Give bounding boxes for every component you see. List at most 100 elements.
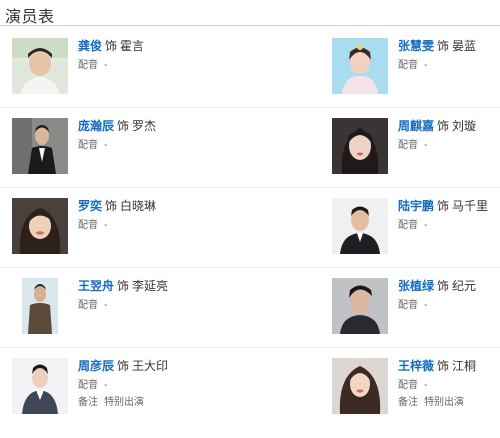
actor-photo[interactable] bbox=[332, 118, 388, 174]
as-word: 饰 bbox=[437, 39, 450, 53]
cast-info: 张慧雯饰晏蓝 配音 - bbox=[398, 38, 498, 73]
as-word: 饰 bbox=[117, 359, 130, 373]
cast-row: 龚俊饰霍言 配音 - 张慧雯饰晏蓝 配音 - bbox=[0, 38, 500, 118]
as-word: 饰 bbox=[437, 199, 450, 213]
dub-line: 配音 - bbox=[78, 379, 178, 393]
cast-card: 庞瀚辰饰罗杰 配音 - bbox=[12, 118, 172, 198]
cast-header: 演员表 bbox=[0, 0, 500, 26]
actor-photo[interactable] bbox=[332, 198, 388, 254]
cast-info: 王翌舟饰李延亮 配音 - bbox=[78, 278, 178, 313]
note-value: 特别出演 bbox=[104, 397, 144, 408]
cast-info: 周麒嘉饰刘璇 配音 - bbox=[398, 118, 498, 153]
actor-photo[interactable] bbox=[332, 358, 388, 414]
cast-name-line: 周麒嘉饰刘璇 bbox=[398, 118, 498, 134]
role-name: 马千里 bbox=[452, 199, 489, 213]
actor-name-link[interactable]: 庞瀚辰 bbox=[78, 119, 114, 133]
cast-info: 王梓薇饰江桐 配音 - 备注 特别出演 bbox=[398, 358, 498, 410]
cast-name-line: 王翌舟饰李延亮 bbox=[78, 278, 178, 294]
cast-card: 龚俊饰霍言 配音 - bbox=[12, 38, 172, 118]
cast-info: 张植绿饰纪元 配音 - bbox=[398, 278, 498, 313]
dub-label: 配音 bbox=[398, 140, 418, 151]
actor-name-link[interactable]: 张植绿 bbox=[398, 279, 434, 293]
actor-name-link[interactable]: 龚俊 bbox=[78, 39, 102, 53]
cast-row: 王翌舟饰李延亮 配音 - 张植绿饰纪元 配音 - bbox=[0, 278, 500, 358]
actor-name-link[interactable]: 王梓薇 bbox=[398, 359, 434, 373]
role-name: 王大印 bbox=[132, 359, 169, 373]
cast-card: 王翌舟饰李延亮 配音 - bbox=[12, 278, 172, 358]
note-line: 备注 特别出演 bbox=[398, 396, 498, 410]
cast-name-line: 龚俊饰霍言 bbox=[78, 38, 178, 54]
dub-label: 配音 bbox=[78, 300, 98, 311]
row-divider bbox=[0, 107, 500, 108]
as-word: 饰 bbox=[437, 279, 450, 293]
actor-name-link[interactable]: 王翌舟 bbox=[78, 279, 114, 293]
page-title: 演员表 bbox=[5, 9, 55, 26]
dub-line: 配音 - bbox=[398, 59, 498, 73]
cast-card: 王梓薇饰江桐 配音 - 备注 特别出演 bbox=[332, 358, 492, 438]
dub-value: - bbox=[104, 140, 108, 151]
dub-label: 配音 bbox=[78, 220, 98, 231]
as-word: 饰 bbox=[105, 199, 118, 213]
dub-value: - bbox=[424, 380, 428, 391]
cast-row: 庞瀚辰饰罗杰 配音 - 周麒嘉饰刘璇 配音 - bbox=[0, 118, 500, 198]
cast-info: 罗奕饰白晓琳 配音 - bbox=[78, 198, 178, 233]
role-name: 李延亮 bbox=[132, 279, 169, 293]
dub-label: 配音 bbox=[398, 220, 418, 231]
dub-value: - bbox=[424, 140, 428, 151]
actor-photo[interactable] bbox=[12, 38, 68, 94]
actor-photo[interactable] bbox=[332, 38, 388, 94]
dub-line: 配音 - bbox=[78, 59, 178, 73]
dub-line: 配音 - bbox=[78, 219, 178, 233]
dub-line: 配音 - bbox=[398, 139, 498, 153]
dub-value: - bbox=[104, 300, 108, 311]
dub-value: - bbox=[104, 380, 108, 391]
actor-name-link[interactable]: 周彦辰 bbox=[78, 359, 114, 373]
dub-line: 配音 - bbox=[398, 379, 498, 393]
role-name: 罗杰 bbox=[132, 119, 157, 133]
dub-line: 配音 - bbox=[398, 299, 498, 313]
dub-value: - bbox=[424, 60, 428, 71]
cast-info: 龚俊饰霍言 配音 - bbox=[78, 38, 178, 73]
actor-photo[interactable] bbox=[12, 118, 68, 174]
role-name: 晏蓝 bbox=[452, 39, 477, 53]
cast-row: 罗奕饰白晓琳 配音 - 陆宇鹏饰马千里 配音 - bbox=[0, 198, 500, 278]
actor-name-link[interactable]: 罗奕 bbox=[78, 199, 102, 213]
cast-card: 罗奕饰白晓琳 配音 - bbox=[12, 198, 172, 278]
dub-label: 配音 bbox=[398, 300, 418, 311]
dub-value: - bbox=[104, 60, 108, 71]
dub-label: 配音 bbox=[78, 140, 98, 151]
cast-info: 庞瀚辰饰罗杰 配音 - bbox=[78, 118, 178, 153]
dub-line: 配音 - bbox=[78, 299, 178, 313]
cast-card: 张慧雯饰晏蓝 配音 - bbox=[332, 38, 492, 118]
cast-name-line: 王梓薇饰江桐 bbox=[398, 358, 498, 374]
role-name: 江桐 bbox=[452, 359, 477, 373]
actor-photo[interactable] bbox=[12, 278, 68, 334]
dub-value: - bbox=[104, 220, 108, 231]
row-divider bbox=[0, 347, 500, 348]
dub-label: 配音 bbox=[398, 380, 418, 391]
dub-line: 配音 - bbox=[78, 139, 178, 153]
actor-photo[interactable] bbox=[12, 358, 68, 414]
dub-line: 配音 - bbox=[398, 219, 498, 233]
role-name: 纪元 bbox=[452, 279, 477, 293]
actor-name-link[interactable]: 陆宇鹏 bbox=[398, 199, 434, 213]
row-divider bbox=[0, 267, 500, 268]
actor-name-link[interactable]: 周麒嘉 bbox=[398, 119, 434, 133]
as-word: 饰 bbox=[105, 39, 118, 53]
role-name: 刘璇 bbox=[452, 119, 477, 133]
as-word: 饰 bbox=[117, 119, 130, 133]
dub-value: - bbox=[424, 220, 428, 231]
actor-name-link[interactable]: 张慧雯 bbox=[398, 39, 434, 53]
cast-card: 张植绿饰纪元 配音 - bbox=[332, 278, 492, 358]
actor-photo[interactable] bbox=[332, 278, 388, 334]
cast-info: 陆宇鹏饰马千里 配音 - bbox=[398, 198, 498, 233]
note-label: 备注 bbox=[398, 397, 418, 408]
dub-value: - bbox=[424, 300, 428, 311]
cast-name-line: 周彦辰饰王大印 bbox=[78, 358, 178, 374]
header-divider bbox=[0, 25, 500, 26]
as-word: 饰 bbox=[437, 119, 450, 133]
actor-photo[interactable] bbox=[12, 198, 68, 254]
cast-card: 周彦辰饰王大印 配音 - 备注 特别出演 bbox=[12, 358, 172, 438]
note-label: 备注 bbox=[78, 397, 98, 408]
cast-card: 周麒嘉饰刘璇 配音 - bbox=[332, 118, 492, 198]
